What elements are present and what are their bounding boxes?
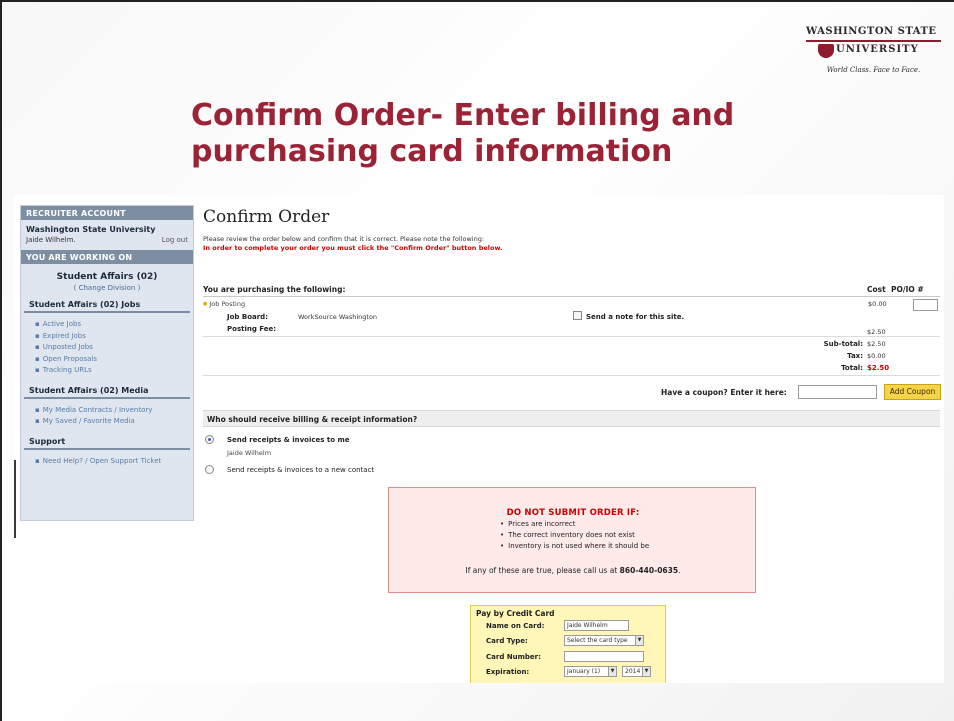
credit-card-title: Pay by Credit Card [476,609,555,618]
divider [203,336,940,337]
sidebar-item-media-contracts[interactable]: My Media Contracts / Inventory [35,405,193,417]
warning-item: The correct inventory does not exist [500,530,649,541]
logo-bar [806,40,941,42]
media-section-title: Student Affairs (02) Media [24,383,190,399]
sidebar-item-active-jobs[interactable]: Active Jobs [35,319,193,331]
tax-value: $0.00 [867,352,886,360]
shield-icon [818,44,834,58]
credit-card-panel: Pay by Credit Card Name on Card: Jaide W… [470,605,666,683]
send-to-me-radio[interactable] [205,435,214,444]
sidebar: RECRUITER ACCOUNT Washington State Unive… [20,205,194,521]
coupon-label: Have a coupon? Enter it here: [661,388,787,397]
total-label: Total: [841,364,863,372]
slide-edge-line [14,460,16,538]
send-to-me-name: Jaide Wilhelm [227,449,272,457]
chevron-down-icon: ▼ [635,636,643,645]
expiration-label: Expiration: [486,668,530,676]
user-row: Jaide Wilhelm. Log out [21,234,193,250]
purchasing-header: You are purchasing the following: Cost P… [203,285,940,297]
subtotal-label: Sub-total: [823,340,863,348]
warning-list: Prices are incorrect The correct invento… [500,519,649,552]
cost-column-header: Cost [867,285,886,294]
warning-contact: If any of these are true, please call us… [389,566,757,575]
card-type-label: Card Type: [486,637,528,645]
sidebar-item-open-proposals[interactable]: Open Proposals [35,354,193,366]
slide-title: Confirm Order- Enter billing and purchas… [191,98,735,169]
warning-item: Inventory is not used where it should be [500,541,649,552]
divider [203,375,940,376]
warning-item: Prices are incorrect [500,519,649,530]
logout-link[interactable]: Log out [162,236,188,244]
subtotal-value: $2.50 [867,340,886,348]
warning-title: DO NOT SUBMIT ORDER IF: [506,508,640,518]
warning-phone: 860-440-0635 [619,566,679,575]
main-content: Confirm Order Please review the order be… [203,195,943,683]
coupon-input[interactable] [798,385,877,399]
page-title: Confirm Order [203,207,330,227]
media-list: My Media Contracts / Inventory My Saved … [21,399,193,434]
expiration-month-select[interactable]: January (1) ▼ [564,666,617,677]
send-to-new-contact-radio[interactable] [205,465,214,474]
card-name-input[interactable]: Jaide Wilhelm [564,620,629,631]
expiration-month-value: January (1) [567,668,601,675]
card-number-label: Card Number: [486,653,541,661]
change-division-link[interactable]: ( Change Division ) [21,282,193,297]
job-board-value: WorkSource Washington [298,313,378,321]
po-column-header: PO/IO # [891,285,924,294]
posting-fee-value: $2.50 [867,328,886,336]
job-posting-item: Job Posting [203,300,245,308]
user-name: Jaide Wilhelm. [26,236,76,244]
chevron-down-icon: ▼ [608,667,616,676]
total-value: $2.50 [867,364,890,372]
confirm-warning-note: In order to complete your order you must… [203,244,503,252]
purchasing-title: You are purchasing the following: [203,285,346,294]
screenshot-panel: RECRUITER ACCOUNT Washington State Unive… [14,195,944,683]
logo-tagline: World Class. Face to Face. [826,66,921,74]
review-note: Please review the order below and confir… [203,235,485,243]
card-type-value: Select the card type [567,637,628,644]
recruiter-account-header: RECRUITER ACCOUNT [21,206,193,220]
card-name-label: Name on Card: [486,622,545,630]
org-name: Washington State University [26,225,156,234]
logo-line2: UNIVERSITY [836,44,919,55]
sidebar-item-tracking-urls[interactable]: Tracking URLs [35,365,193,377]
expiration-year-select[interactable]: 2014 ▼ [622,666,651,677]
send-to-new-contact-label: Send receipts & invoices to a new contac… [227,466,375,474]
logo-line1: WASHINGTON STATE [806,26,937,37]
division-name: Student Affairs (02) [56,272,158,282]
card-number-input[interactable] [564,651,644,662]
job-posting-cost: $0.00 [868,300,887,308]
tax-label: Tax: [847,352,863,360]
support-section-title: Support [24,434,190,450]
po-number-input[interactable] [913,299,938,311]
jobs-section-title: Student Affairs (02) Jobs [24,297,190,313]
send-note-checkbox[interactable] [573,311,582,320]
sidebar-item-saved-media[interactable]: My Saved / Favorite Media [35,416,193,428]
sidebar-item-support-ticket[interactable]: Need Help? / Open Support Ticket [35,456,193,468]
wsu-logo: WASHINGTON STATE UNIVERSITY World Class.… [806,26,941,82]
send-note-label: Send a note for this site. [586,313,685,321]
do-not-submit-warning: DO NOT SUBMIT ORDER IF: Prices are incor… [388,487,756,593]
posting-fee-label: Posting Fee: [227,325,277,333]
add-coupon-button[interactable]: Add Coupon [884,384,941,400]
send-to-me-label: Send receipts & invoices to me [227,436,350,444]
chevron-down-icon: ▼ [642,667,650,676]
billing-header: Who should receive billing & receipt inf… [203,410,940,427]
sidebar-item-unposted-jobs[interactable]: Unposted Jobs [35,342,193,354]
jobs-list: Active Jobs Expired Jobs Unposted Jobs O… [21,313,193,383]
warning-contact-prefix: If any of these are true, please call us… [465,566,618,575]
job-board-label: Job Board: [227,313,268,321]
card-type-select[interactable]: Select the card type ▼ [564,635,644,646]
warning-contact-suffix: . [678,566,681,575]
sidebar-item-expired-jobs[interactable]: Expired Jobs [35,331,193,343]
expiration-year-value: 2014 [625,668,641,675]
support-list: Need Help? / Open Support Ticket [21,450,193,474]
working-on-header: YOU ARE WORKING ON [21,250,193,264]
